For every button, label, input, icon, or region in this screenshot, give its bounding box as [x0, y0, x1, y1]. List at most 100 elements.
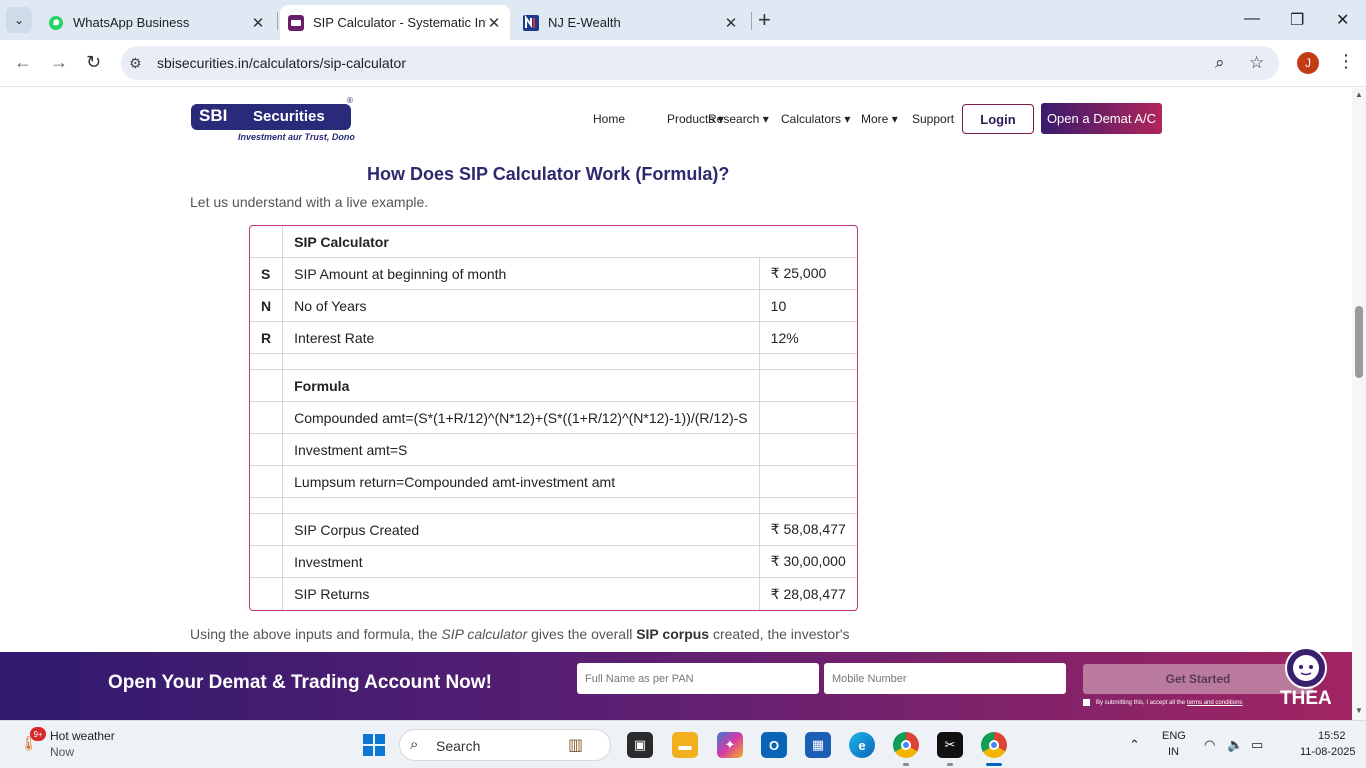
consent-checkbox[interactable] [1083, 699, 1090, 706]
window-close-button[interactable]: ✕ [1336, 10, 1349, 30]
search-highlight-icon: ▥ [568, 737, 584, 754]
section-heading: How Does SIP Calculator Work (Formula)? [367, 164, 730, 184]
table-row: N No of Years 10 [250, 290, 857, 322]
back-button[interactable]: ← [14, 52, 32, 73]
url-text[interactable]: sbisecurities.in/calculators/sip-calcula… [157, 55, 406, 71]
table-cell: SIP Calculator [283, 226, 857, 258]
close-icon[interactable]: ✕ [250, 14, 266, 32]
table-cell: SIP Amount at beginning of month [283, 258, 760, 290]
search-label: Search [436, 738, 481, 754]
table-cell: Investment amt=S [283, 434, 760, 466]
tab-search-button[interactable]: ⌄ [6, 7, 32, 33]
minimize-button[interactable]: — [1244, 10, 1260, 28]
region-indicator[interactable]: IN [1168, 746, 1179, 758]
table-cell [250, 354, 284, 370]
weather-title: Hot weather [50, 729, 115, 743]
table-cell [250, 466, 284, 498]
outlook-icon[interactable]: O [761, 732, 787, 758]
table-row: Investment ₹ 30,00,000 [250, 546, 857, 578]
nav-label: Home [593, 112, 626, 126]
scroll-thumb[interactable] [1355, 306, 1363, 378]
table-row: S SIP Amount at beginning of month ₹ 25,00… [250, 258, 857, 290]
full-name-input[interactable] [577, 663, 819, 694]
caret-down-icon: ▾ [762, 112, 769, 126]
nav-home[interactable]: Home [593, 112, 625, 126]
site-settings-icon[interactable]: ⚙ [129, 55, 142, 72]
caret-down-icon: ▾ [891, 112, 898, 126]
tray-expand-icon[interactable]: ⌃ [1129, 737, 1140, 753]
table-row: SIP Calculator [250, 226, 857, 258]
tab-nj-ewealth[interactable]: NJ E-Wealth ✕ [515, 5, 747, 40]
table-cell [759, 370, 857, 402]
page-scrollbar[interactable]: ▲ ▼ [1352, 88, 1366, 720]
intro-text: Let us understand with a live example. [190, 194, 429, 210]
taskbar-search[interactable]: ⌕ Search ▥ [399, 729, 611, 761]
wifi-icon[interactable]: ◠ [1204, 737, 1215, 753]
address-bar[interactable]: ⚙ sbisecurities.in/calculators/sip-calcu… [121, 46, 1279, 80]
tab-whatsapp[interactable]: WhatsApp Business ✕ [40, 5, 274, 40]
table-cell: SIP Corpus Created [283, 514, 760, 546]
task-view-icon[interactable]: ▣ [627, 732, 653, 758]
back-icon: ← [14, 52, 32, 72]
nav-research[interactable]: Research ▾ [708, 112, 769, 126]
open-demat-button[interactable]: Open a Demat A/C [1041, 103, 1162, 134]
thea-chatbot[interactable]: THEA [1278, 646, 1334, 718]
new-tab-button[interactable]: + [758, 9, 771, 31]
microsoft-store-icon[interactable]: ▦ [805, 732, 831, 758]
language-indicator[interactable]: ENG [1162, 730, 1186, 742]
search-icon: ⌕ [410, 736, 419, 753]
table-cell [283, 498, 760, 514]
start-button[interactable] [361, 732, 387, 758]
tab-separator [751, 12, 752, 30]
table-cell [250, 514, 284, 546]
tab-sip-calculator[interactable]: SIP Calculator - Systematic Inve ✕ [280, 5, 510, 40]
explanation-paragraph: Using the above inputs and formula, the … [190, 626, 870, 642]
copilot-icon[interactable]: ✦ [717, 732, 743, 758]
sbi-securities-logo[interactable]: SBI Securities ® Investment aur Trust, D… [191, 96, 355, 144]
scroll-down-icon[interactable]: ▼ [1355, 706, 1363, 715]
nav-support[interactable]: Support [912, 112, 954, 126]
close-icon[interactable]: ✕ [723, 14, 739, 32]
windows-taskbar: 🌡 9+ Hot weather Now ⌕ Search ▥ ▣ ▬ ✦ O … [0, 720, 1366, 768]
chrome-profile-d-icon[interactable] [893, 732, 919, 758]
registered-mark: ® [347, 96, 353, 105]
chevron-down-icon: ⌄ [13, 13, 25, 27]
edge-icon[interactable]: e [849, 732, 875, 758]
forward-button[interactable]: → [50, 52, 68, 73]
table-cell: ₹ 28,08,477 [770, 585, 846, 602]
volume-icon[interactable]: 🔈 [1227, 737, 1243, 753]
para-italic: SIP calculator [441, 626, 528, 642]
scroll-up-icon[interactable]: ▲ [1355, 90, 1363, 99]
reload-button[interactable]: ↻ [86, 52, 101, 73]
site-header: SBI Securities ® Investment aur Trust, D… [0, 88, 1352, 152]
profile-avatar[interactable]: J [1297, 52, 1319, 74]
kebab-menu-icon[interactable]: ⋮ [1337, 51, 1355, 72]
terms-link[interactable]: terms and conditions [1187, 700, 1242, 706]
browser-tabbar: ⌄ WhatsApp Business ✕ SIP Calculator - S… [0, 0, 1366, 40]
login-button[interactable]: Login [962, 104, 1034, 134]
star-icon[interactable]: ☆ [1249, 53, 1264, 73]
table-row: Compounded amt=(S*(1+R/12)^(N*12)+(S*((1… [250, 402, 857, 434]
clock-date[interactable]: 11-08-2025 [1300, 746, 1355, 758]
close-icon[interactable]: ✕ [486, 14, 502, 32]
battery-icon[interactable]: ▭ [1251, 737, 1263, 753]
weather-subtitle: Now [50, 745, 75, 759]
restore-button[interactable]: ❐ [1290, 10, 1304, 30]
clock-time[interactable]: 15:52 [1318, 730, 1346, 742]
table-cell [250, 402, 284, 434]
table-cell [759, 434, 857, 466]
zoom-icon[interactable]: ⌕ [1215, 53, 1225, 73]
table-cell: Lumpsum return=Compounded amt-investment… [283, 466, 760, 498]
file-explorer-icon[interactable]: ▬ [672, 732, 698, 758]
capcut-icon[interactable]: ✂ [937, 732, 963, 758]
mobile-number-input[interactable] [824, 663, 1066, 694]
banner-title: Open Your Demat & Trading Account Now! [108, 672, 492, 693]
nav-more[interactable]: More ▾ [861, 112, 898, 126]
chrome-profile-j-icon[interactable] [981, 732, 1007, 758]
table-cell: No of Years [283, 290, 760, 322]
tab-label: NJ E-Wealth [548, 15, 621, 30]
table-row: SIP Returns ₹ 28,08,477 [250, 578, 857, 610]
table-cell: Formula [283, 370, 760, 402]
nav-calculators[interactable]: Calculators ▾ [781, 112, 850, 126]
nav-label: Research [708, 112, 760, 126]
